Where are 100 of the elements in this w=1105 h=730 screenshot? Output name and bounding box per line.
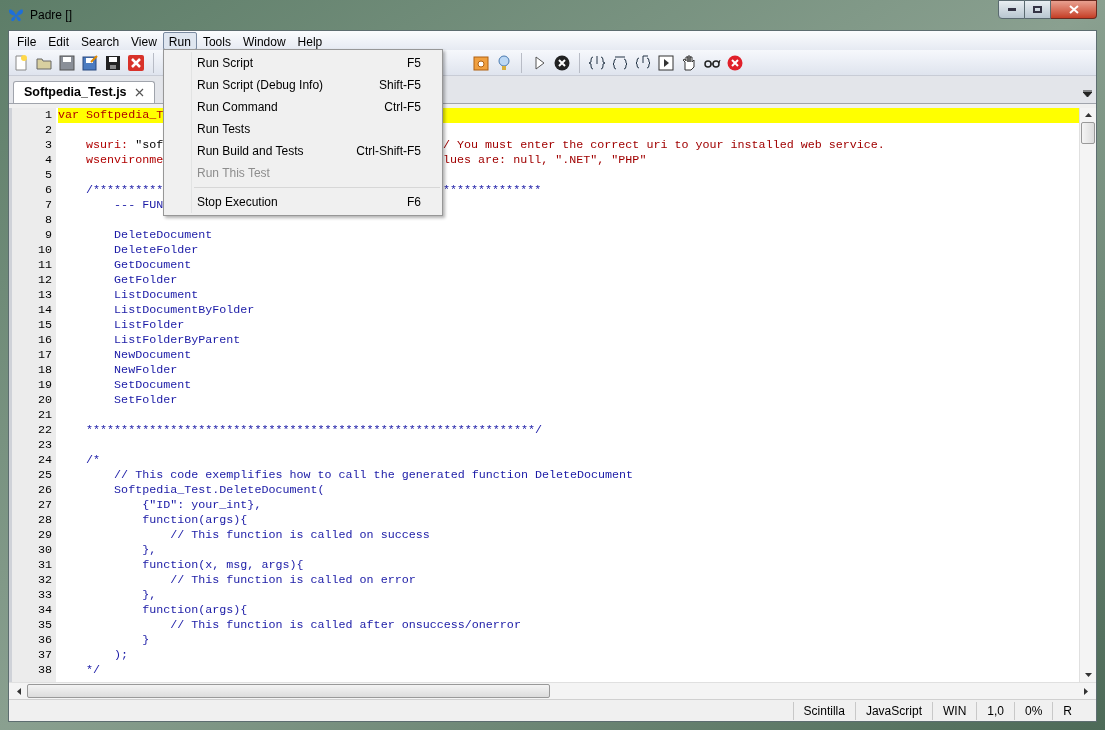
menu-entry[interactable]: Run Build and Tests Ctrl-Shift-F5 [164,140,442,162]
scroll-thumb[interactable] [1081,122,1095,144]
horizontal-scrollbar[interactable] [9,682,1096,699]
lightbulb-icon[interactable] [495,53,513,72]
step-in-icon[interactable] [588,53,606,72]
code-text: ListFolderByParent [113,333,241,347]
line-number: 9 [44,228,52,243]
menu-entry[interactable]: Run Command Ctrl-F5 [164,96,442,118]
line-number: 1 [44,108,52,123]
line-number: 15 [36,318,52,333]
line-number: 32 [36,573,52,588]
step-over-icon[interactable] [611,53,629,72]
hand-icon[interactable] [680,53,698,72]
vertical-scrollbar[interactable] [1079,108,1096,682]
line-number: 30 [36,543,52,558]
menu-entry[interactable]: Run Script (Debug Info) Shift-F5 [164,74,442,96]
line-number: 14 [36,303,52,318]
scroll-thumb[interactable] [27,684,550,698]
menu-item[interactable]: Run [162,31,197,50]
step-out-icon[interactable] [634,53,652,72]
menu-item[interactable]: View [125,31,163,50]
code-text: */ [85,663,101,677]
line-number: 4 [44,153,52,168]
line-number: 37 [36,648,52,663]
line-number: 11 [36,258,52,273]
code-text: } [141,633,150,647]
menu-item[interactable]: Edit [42,31,76,50]
remove-icon[interactable] [726,53,744,72]
shortcut-label: Shift-F5 [379,77,421,94]
shortcut-label: F5 [407,55,421,72]
menu-entry-label: Run Tests [197,121,251,138]
code-text: ListDocumentByFolder [113,303,255,317]
close-icon [1068,5,1079,14]
status-field: 1,0 [976,701,1014,720]
code-text: wsenvironme [85,153,164,167]
code-text: --- FUN [113,198,164,212]
folder-search-icon[interactable] [472,53,490,72]
menu-item[interactable]: File [11,31,43,50]
menu-entry-label: Run Script (Debug Info) [197,77,324,94]
status-field: JavaScript [854,701,932,720]
line-number: 2 [44,123,52,138]
close-icon[interactable] [127,53,145,72]
menu-entry[interactable]: Run Tests [164,118,442,140]
code-text: function(args){ [141,513,248,527]
code-text: var Softpedia_T [58,108,164,122]
line-number: 6 [44,183,52,198]
code-text: }, [141,543,157,557]
menu-item[interactable]: Window [236,31,292,50]
maximize-button[interactable] [1025,0,1051,19]
line-number: 34 [36,603,52,618]
code-text: // This function is called after onsuccess/onerror [169,618,521,632]
line-number: 21 [36,408,52,423]
save-icon[interactable] [58,53,76,72]
code-text: DeleteFolder [113,243,199,257]
code-text: wsuri: "sof [85,138,164,152]
status-field: R [1052,701,1082,720]
line-number: 36 [36,633,52,648]
menu-entry-label: Run Command [197,99,278,116]
line-number: 22 [36,423,52,438]
menu-item[interactable]: Search [75,31,126,50]
code-text: /* [85,453,101,467]
shortcut-label: Ctrl-Shift-F5 [356,143,421,160]
minimize-button[interactable] [998,0,1025,19]
code-text: function(x, msg, args){ [141,558,304,572]
window-title: Padre [] [30,7,73,24]
line-number: 18 [36,363,52,378]
line-number: 20 [36,393,52,408]
menu-item[interactable]: Tools [196,31,237,50]
menu-entry[interactable]: Stop Execution F6 [164,191,442,213]
code-text: GetDocument [113,258,192,272]
file-tab[interactable]: Softpedia_Test.js [13,81,155,103]
close-icon[interactable] [134,88,144,97]
line-number: 26 [36,483,52,498]
save-as-icon[interactable] [81,53,99,72]
code-text: // This function is called on success [169,528,430,542]
line-number: 7 [44,198,52,213]
code-text: Softpedia_Test.DeleteDocument( [113,483,325,497]
code-text: }, [141,588,157,602]
menu-entry-label: Run Script [197,55,254,72]
code-text: {"ID": your_int}, [141,498,262,512]
shortcut-label: Ctrl-F5 [384,99,421,116]
line-number: 8 [44,213,52,228]
stop-icon[interactable] [553,53,571,72]
code-text: NewDocument [113,348,192,362]
code-text: ****************************************************************/ [85,423,542,437]
code-text: ListDocument [113,288,199,302]
code-text: SetDocument [113,378,192,392]
code-text: lues are: null, ".NET", "PHP" [443,153,647,168]
run-to-cursor-icon[interactable] [657,53,675,72]
dropdown-arrow-icon[interactable] [1083,90,1092,97]
code-text: ); [113,648,129,662]
save-all-icon[interactable] [104,53,122,72]
butterfly-icon [8,8,24,22]
line-number: 13 [36,288,52,303]
line-number: 38 [36,663,52,678]
close-button[interactable] [1051,0,1097,19]
shortcut-label: F6 [407,194,421,211]
status-field: Scintilla [792,701,855,720]
menu-item[interactable]: Help [291,31,329,50]
line-number: 17 [36,348,52,363]
